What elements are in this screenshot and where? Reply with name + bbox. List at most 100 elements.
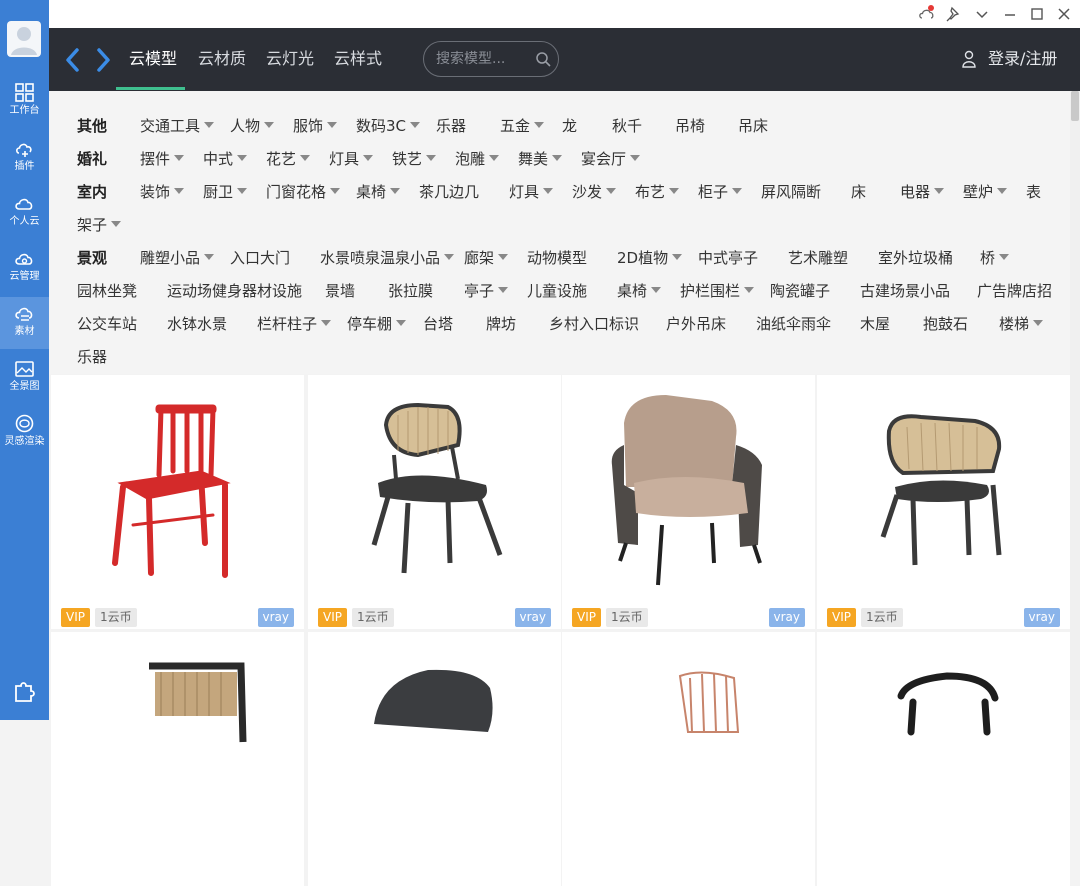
caret-down-icon[interactable] xyxy=(111,221,122,227)
caret-down-icon[interactable] xyxy=(672,254,683,260)
caret-down-icon[interactable] xyxy=(498,287,509,293)
category-item[interactable]: 牌坊 xyxy=(486,314,516,334)
scrollbar-thumb[interactable] xyxy=(1071,91,1079,121)
tab-cloud-style[interactable]: 云样式 xyxy=(334,49,382,69)
category-item[interactable]: 乐器 xyxy=(77,347,107,367)
category-item[interactable]: 舞美 xyxy=(518,149,563,169)
category-item[interactable]: 护栏围栏 xyxy=(680,281,755,301)
category-item[interactable]: 柜子 xyxy=(698,182,743,202)
caret-down-icon[interactable] xyxy=(534,122,545,128)
tab-cloud-material[interactable]: 云材质 xyxy=(198,49,246,69)
sidebar-item-cloud-manage[interactable]: 云管理 xyxy=(0,242,49,294)
caret-down-icon[interactable] xyxy=(489,155,500,161)
caret-down-icon[interactable] xyxy=(552,155,563,161)
caret-down-icon[interactable] xyxy=(330,188,341,194)
caret-down-icon[interactable] xyxy=(410,122,421,128)
sidebar-item-panorama[interactable]: 全景图 xyxy=(0,352,49,404)
caret-down-icon[interactable] xyxy=(237,188,248,194)
caret-down-icon[interactable] xyxy=(651,287,662,293)
caret-down-icon[interactable] xyxy=(744,287,755,293)
back-arrow-icon[interactable] xyxy=(63,46,83,74)
category-item[interactable]: 交通工具 xyxy=(140,116,215,136)
category-item[interactable]: 园林坐凳 xyxy=(77,281,137,301)
category-item[interactable]: 抱鼓石 xyxy=(923,314,968,334)
category-item[interactable]: 乐器 xyxy=(436,116,466,136)
sidebar-item-personal-cloud[interactable]: 个人云 xyxy=(0,187,49,239)
category-item[interactable]: 雕塑小品 xyxy=(140,248,215,268)
maximize-icon[interactable] xyxy=(1027,4,1047,24)
caret-down-icon[interactable] xyxy=(300,155,311,161)
category-item[interactable]: 桥 xyxy=(980,248,1010,268)
model-card[interactable]: VIP 1云币 vray xyxy=(562,375,815,629)
category-item[interactable]: 室外垃圾桶 xyxy=(878,248,953,268)
scrollbar[interactable] xyxy=(1070,91,1080,720)
category-item[interactable]: 数码3C xyxy=(356,116,421,136)
caret-down-icon[interactable] xyxy=(321,320,332,326)
category-item[interactable]: 布艺 xyxy=(635,182,680,202)
category-item[interactable]: 廊架 xyxy=(464,248,509,268)
category-item[interactable]: 景墙 xyxy=(325,281,355,301)
caret-down-icon[interactable] xyxy=(630,155,641,161)
category-item[interactable]: 水钵水景 xyxy=(167,314,227,334)
category-item[interactable]: 桌椅 xyxy=(617,281,662,301)
category-item[interactable]: 花艺 xyxy=(266,149,311,169)
category-item[interactable]: 户外吊床 xyxy=(666,314,726,334)
caret-down-icon[interactable] xyxy=(606,188,617,194)
tab-cloud-light[interactable]: 云灯光 xyxy=(266,49,314,69)
category-item[interactable]: 广告牌店招 xyxy=(977,281,1052,301)
pin-icon[interactable] xyxy=(944,4,964,24)
caret-down-icon[interactable] xyxy=(934,188,945,194)
chevron-down-icon[interactable] xyxy=(972,4,992,24)
category-item[interactable]: 人物 xyxy=(230,116,275,136)
category-item[interactable]: 铁艺 xyxy=(392,149,437,169)
category-item[interactable]: 动物模型 xyxy=(527,248,587,268)
search-icon[interactable] xyxy=(535,51,552,68)
category-item[interactable]: 台塔 xyxy=(423,314,453,334)
category-item[interactable]: 亭子 xyxy=(464,281,509,301)
category-item[interactable]: 张拉膜 xyxy=(388,281,433,301)
caret-down-icon[interactable] xyxy=(390,188,401,194)
caret-down-icon[interactable] xyxy=(999,254,1010,260)
user-avatar[interactable] xyxy=(7,21,41,57)
caret-down-icon[interactable] xyxy=(426,155,437,161)
category-item[interactable]: 艺术雕塑 xyxy=(788,248,848,268)
caret-down-icon[interactable] xyxy=(444,254,455,260)
caret-down-icon[interactable] xyxy=(237,155,248,161)
caret-down-icon[interactable] xyxy=(204,254,215,260)
caret-down-icon[interactable] xyxy=(1033,320,1044,326)
caret-down-icon[interactable] xyxy=(498,254,509,260)
category-item[interactable]: 吊椅 xyxy=(675,116,705,136)
category-item[interactable]: 中式亭子 xyxy=(698,248,758,268)
sidebar-item-material[interactable]: 素材 xyxy=(0,297,49,349)
model-card[interactable]: VIP 1云币 vray xyxy=(308,375,561,629)
caret-down-icon[interactable] xyxy=(997,188,1008,194)
category-item[interactable]: 木屋 xyxy=(860,314,890,334)
caret-down-icon[interactable] xyxy=(732,188,743,194)
category-item[interactable]: 乡村入口标识 xyxy=(549,314,639,334)
model-card[interactable] xyxy=(308,632,561,886)
model-card[interactable] xyxy=(51,632,304,886)
caret-down-icon[interactable] xyxy=(264,122,275,128)
category-item[interactable]: 2D植物 xyxy=(617,248,683,268)
category-item[interactable]: 水景喷泉温泉小品 xyxy=(320,248,455,268)
category-item[interactable]: 屏风隔断 xyxy=(761,182,821,202)
search-input[interactable] xyxy=(436,50,526,68)
category-item[interactable]: 古建场景小品 xyxy=(860,281,950,301)
category-item[interactable]: 秋千 xyxy=(612,116,642,136)
model-card[interactable]: VIP 1云币 vray xyxy=(817,375,1070,629)
category-item[interactable]: 服饰 xyxy=(293,116,338,136)
caret-down-icon[interactable] xyxy=(669,188,680,194)
category-item[interactable]: 壁炉 xyxy=(963,182,1008,202)
close-icon[interactable] xyxy=(1054,4,1074,24)
caret-down-icon[interactable] xyxy=(396,320,407,326)
category-item[interactable]: 运动场健身器材设施 xyxy=(167,281,302,301)
model-card[interactable]: VIP 1云币 vray xyxy=(51,375,304,629)
category-item[interactable]: 沙发 xyxy=(572,182,617,202)
category-item[interactable]: 入口大门 xyxy=(230,248,290,268)
tab-cloud-model[interactable]: 云模型 xyxy=(129,49,177,69)
caret-down-icon[interactable] xyxy=(327,122,338,128)
category-item[interactable]: 摆件 xyxy=(140,149,185,169)
category-item[interactable]: 桌椅 xyxy=(356,182,401,202)
category-item[interactable]: 茶几边几 xyxy=(419,182,479,202)
caret-down-icon[interactable] xyxy=(543,188,554,194)
